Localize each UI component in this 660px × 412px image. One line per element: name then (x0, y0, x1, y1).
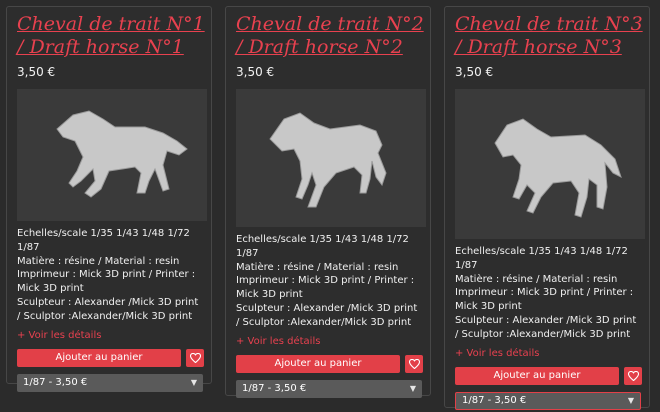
product-card: Cheval de trait N°1 / Draft horse N°1 3,… (6, 6, 212, 392)
product-title-link[interactable]: Cheval de trait N°3 / Draft horse N°3 (455, 13, 645, 59)
variant-select[interactable]: 1/87 - 3,50 € ▼ (455, 391, 641, 410)
product-price: 3,50 € (17, 65, 56, 79)
product-price: 3,50 € (236, 65, 275, 79)
heart-icon (189, 352, 201, 363)
product-price: 3,50 € (455, 65, 494, 79)
heart-icon (627, 370, 639, 381)
variant-select[interactable]: 1/87 - 3,50 € ▼ (236, 379, 422, 398)
product-image[interactable] (17, 89, 207, 221)
product-description: Echelles/scale 1/35 1/43 1/48 1/72 1/87 … (236, 234, 418, 328)
add-to-cart-button[interactable]: Ajouter au panier (236, 354, 400, 373)
see-details-link[interactable]: + Voir les détails (455, 348, 649, 360)
wishlist-button[interactable] (624, 366, 642, 385)
add-to-cart-button[interactable]: Ajouter au panier (455, 366, 619, 385)
see-details-link[interactable]: + Voir les détails (236, 336, 430, 348)
variant-select[interactable]: 1/87 - 3,50 € ▼ (17, 373, 203, 392)
product-description: Echelles/scale 1/35 1/43 1/48 1/72 1/87 … (17, 228, 199, 322)
caret-down-icon: ▼ (627, 396, 634, 406)
see-details-link[interactable]: + Voir les détails (17, 330, 211, 342)
caret-down-icon: ▼ (190, 378, 197, 388)
product-image[interactable] (455, 89, 645, 239)
product-title-link[interactable]: Cheval de trait N°2 / Draft horse N°2 (236, 13, 426, 59)
wishlist-button[interactable] (186, 348, 204, 367)
caret-down-icon: ▼ (409, 384, 416, 394)
product-card: Cheval de trait N°3 / Draft horse N°3 3,… (444, 6, 650, 410)
product-title-link[interactable]: Cheval de trait N°1 / Draft horse N°1 (17, 13, 207, 59)
wishlist-button[interactable] (405, 354, 423, 373)
add-to-cart-button[interactable]: Ajouter au panier (17, 348, 181, 367)
product-card: Cheval de trait N°2 / Draft horse N°2 3,… (225, 6, 431, 398)
product-description: Echelles/scale 1/35 1/43 1/48 1/72 1/87 … (455, 246, 637, 340)
heart-icon (408, 358, 420, 369)
product-image[interactable] (236, 89, 426, 227)
